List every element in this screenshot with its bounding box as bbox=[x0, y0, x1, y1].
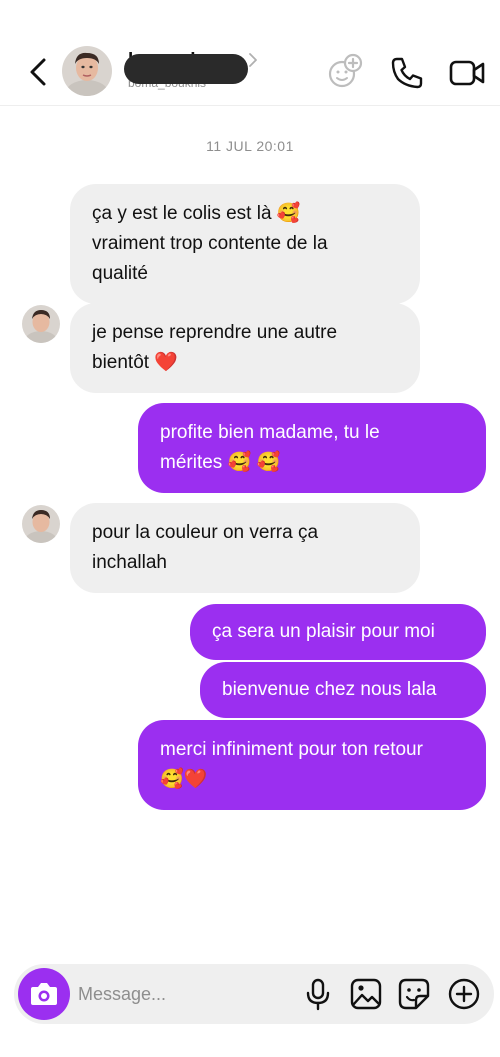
message-line: profite bien madame, tu le bbox=[160, 422, 380, 443]
message-line: pour la couleur on verra ça bbox=[92, 522, 319, 543]
message-line: mérites 🥰 🥰 bbox=[160, 452, 281, 473]
message-bubble-outgoing[interactable]: merci infiniment pour ton retour 🥰❤️ bbox=[138, 720, 486, 810]
chevron-right-icon bbox=[249, 53, 257, 67]
camera-icon bbox=[31, 983, 57, 1005]
message-bubble-incoming[interactable]: pour la couleur on verra ça inchallah bbox=[70, 503, 420, 593]
message-line: ça y est le colis est là 🥰 bbox=[92, 203, 301, 224]
message-line: qualité bbox=[92, 263, 148, 284]
message-bubble-outgoing[interactable]: profite bien madame, tu le mérites 🥰 🥰 bbox=[138, 403, 486, 493]
video-call-icon[interactable] bbox=[448, 54, 486, 92]
phone-icon[interactable] bbox=[388, 54, 426, 92]
microphone-icon[interactable] bbox=[300, 976, 336, 1012]
message-bubble-incoming[interactable]: ça y est le colis est là 🥰 vraiment trop… bbox=[70, 184, 420, 304]
message-line: vraiment trop contente de la bbox=[92, 233, 328, 254]
add-effects-icon[interactable] bbox=[326, 52, 364, 90]
redaction-mark bbox=[124, 54, 248, 84]
sticker-icon[interactable] bbox=[396, 976, 432, 1012]
message-line: bienvenue chez nous lala bbox=[222, 679, 437, 700]
contact-avatar[interactable] bbox=[62, 46, 112, 96]
gallery-icon[interactable] bbox=[348, 976, 384, 1012]
sender-avatar[interactable] bbox=[22, 305, 60, 343]
message-line: merci infiniment pour ton retour bbox=[160, 739, 423, 760]
message-bubble-incoming[interactable]: je pense reprendre une autre bientôt ❤️ bbox=[70, 303, 420, 393]
message-line: 🥰❤️ bbox=[160, 769, 208, 790]
back-arrow-icon[interactable] bbox=[24, 54, 54, 90]
message-line: inchallah bbox=[92, 552, 167, 573]
message-bubble-outgoing[interactable]: bienvenue chez nous lala bbox=[200, 662, 486, 718]
chat-header: boomabou boma_bouknis bbox=[0, 0, 500, 106]
message-bubble-outgoing[interactable]: ça sera un plaisir pour moi bbox=[190, 604, 486, 660]
add-icon[interactable] bbox=[446, 976, 482, 1012]
message-composer bbox=[14, 964, 494, 1024]
message-line: ça sera un plaisir pour moi bbox=[212, 621, 435, 642]
message-line: je pense reprendre une autre bbox=[92, 322, 338, 343]
contact-info[interactable]: boomabou boma_bouknis bbox=[124, 48, 264, 94]
sender-avatar[interactable] bbox=[22, 505, 60, 543]
camera-button[interactable] bbox=[18, 968, 70, 1020]
message-line: bientôt ❤️ bbox=[92, 352, 178, 373]
message-input[interactable] bbox=[78, 976, 288, 1012]
message-timestamp: 11 JUL 20:01 bbox=[206, 138, 294, 154]
